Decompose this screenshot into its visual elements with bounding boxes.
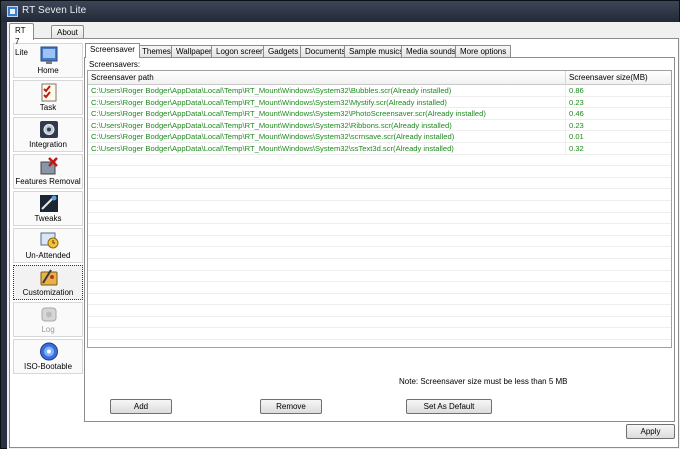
sidebar-item-unattended[interactable]: Un-Attended <box>13 228 83 263</box>
cell-path: C:\Users\Roger Bodger\AppData\Local\Temp… <box>88 85 566 96</box>
sidebar-item-customization[interactable]: Customization <box>13 265 83 300</box>
empty-row <box>88 328 671 341</box>
sidebar-item-integration[interactable]: Integration <box>13 117 83 152</box>
empty-row <box>88 282 671 294</box>
empty-row <box>88 155 671 167</box>
cell-path: C:\Users\Roger Bodger\AppData\Local\Temp… <box>88 96 566 108</box>
column-header-size[interactable]: Screensaver size(MB) <box>566 71 671 85</box>
main-panel: Home Task Integration Features Removal T… <box>9 38 679 448</box>
features-removal-icon <box>39 157 59 176</box>
cell-size: 0.23 <box>569 97 584 107</box>
sidebar-item-log[interactable]: Log <box>13 302 83 337</box>
tab-rt7lite[interactable]: RT 7 Lite <box>9 23 34 57</box>
sidebar-item-features-removal[interactable]: Features Removal <box>13 154 83 189</box>
tab-screensaver[interactable]: Screensaver <box>85 43 140 58</box>
title-bar[interactable]: RT Seven Lite <box>1 1 679 22</box>
cell-size: 0.46 <box>569 109 584 119</box>
sidebar-item-iso-bootable[interactable]: ISO-Bootable <box>13 339 83 374</box>
cell-path: C:\Users\Roger Bodger\AppData\Local\Temp… <box>88 142 566 154</box>
empty-row <box>88 305 671 317</box>
screensaver-table[interactable]: Screensaver path Screensaver size(MB) C:… <box>87 70 672 348</box>
sidebar-item-label: Log <box>41 325 55 334</box>
table-row[interactable]: C:\Users\Roger Bodger\AppData\Local\Temp… <box>88 131 671 143</box>
column-header-path[interactable]: Screensaver path <box>88 71 566 85</box>
table-row[interactable]: C:\Users\Roger Bodger\AppData\Local\Temp… <box>88 96 671 109</box>
log-icon <box>39 305 59 324</box>
sidebar-item-label: Features Removal <box>15 177 81 186</box>
sidebar-item-label: Integration <box>29 140 67 149</box>
integration-gear-icon <box>39 120 59 139</box>
size-limit-note: Note: Screensaver size must be less than… <box>399 377 568 386</box>
empty-row <box>88 201 671 213</box>
cell-size: 0.23 <box>569 120 584 130</box>
sidebar-item-label: Un-Attended <box>25 251 71 260</box>
empty-row <box>88 178 671 190</box>
cell-path: C:\Users\Roger Bodger\AppData\Local\Temp… <box>88 119 566 131</box>
table-header: Screensaver path Screensaver size(MB) <box>88 71 671 85</box>
empty-row <box>88 271 671 283</box>
cell-size: 0.01 <box>569 132 584 142</box>
empty-row <box>88 247 671 259</box>
table-row[interactable]: C:\Users\Roger Bodger\AppData\Local\Temp… <box>88 108 671 120</box>
empty-row <box>88 166 671 178</box>
set-as-default-button[interactable]: Set As Default <box>406 399 492 414</box>
unattended-icon <box>39 231 59 250</box>
customization-icon <box>39 268 59 287</box>
empty-row <box>88 317 671 329</box>
home-icon <box>39 46 59 65</box>
table-row[interactable]: C:\Users\Roger Bodger\AppData\Local\Temp… <box>88 119 671 132</box>
apply-button[interactable]: Apply <box>626 424 675 439</box>
table-body: C:\Users\Roger Bodger\AppData\Local\Temp… <box>88 85 671 341</box>
tab-about[interactable]: About <box>51 25 84 39</box>
sidebar-item-label: Tweaks <box>34 214 62 223</box>
cell-size: 0.86 <box>569 86 584 95</box>
sidebar-item-label: Home <box>37 66 59 75</box>
app-icon <box>7 6 18 17</box>
empty-row <box>88 224 671 236</box>
empty-row <box>88 236 671 248</box>
add-button[interactable]: Add <box>110 399 172 414</box>
table-row[interactable]: C:\Users\Roger Bodger\AppData\Local\Temp… <box>88 85 671 97</box>
app-window: RT Seven Lite RT 7 Lite About Home Task <box>0 0 680 449</box>
sidebar-item-label: Customization <box>22 288 74 297</box>
task-checklist-icon <box>39 83 59 102</box>
sidebar-item-label: Task <box>39 103 57 112</box>
table-row[interactable]: C:\Users\Roger Bodger\AppData\Local\Temp… <box>88 142 671 155</box>
empty-row <box>88 213 671 225</box>
screensaver-panel: Screensavers: Screensaver path Screensav… <box>84 57 675 422</box>
sidebar: Home Task Integration Features Removal T… <box>13 43 83 443</box>
cell-size: 0.32 <box>569 143 584 153</box>
screensavers-group-label: Screensavers: <box>89 60 141 69</box>
sidebar-item-tweaks[interactable]: Tweaks <box>13 191 83 226</box>
sidebar-item-label: ISO-Bootable <box>23 362 73 371</box>
empty-row <box>88 189 671 201</box>
sidebar-item-task[interactable]: Task <box>13 80 83 115</box>
client-area: RT 7 Lite About Home Task Integration Fe… <box>7 22 680 449</box>
cell-path: C:\Users\Roger Bodger\AppData\Local\Temp… <box>88 108 566 120</box>
window-title: RT Seven Lite <box>22 5 87 16</box>
cell-path: C:\Users\Roger Bodger\AppData\Local\Temp… <box>88 131 566 143</box>
remove-button[interactable]: Remove <box>260 399 322 414</box>
empty-row <box>88 259 671 271</box>
iso-disc-icon <box>39 342 59 361</box>
empty-row <box>88 294 671 306</box>
tweaks-icon <box>39 194 59 213</box>
